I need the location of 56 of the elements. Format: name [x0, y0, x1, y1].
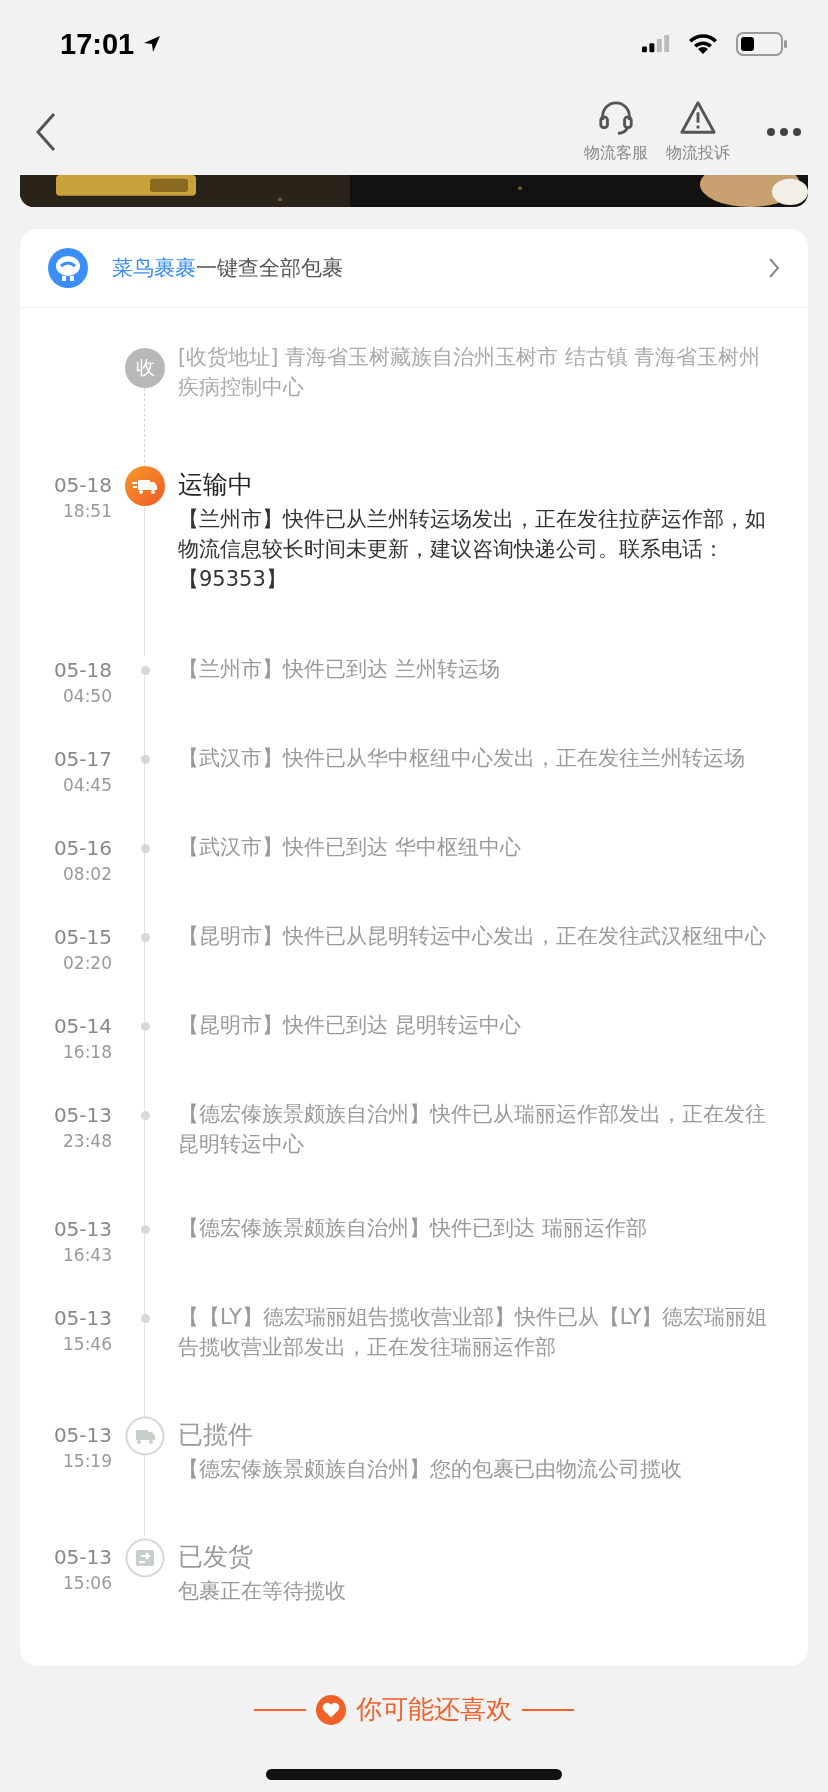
event-date: 05-16 — [53, 835, 112, 861]
headset-icon — [597, 99, 635, 137]
truck-status-icon — [125, 466, 165, 506]
event-description: 【武汉市】快件已到达 华中枢纽中心 — [178, 834, 522, 861]
recommend-title: 你可能还喜欢 — [356, 1693, 512, 1726]
event-time: 18:51 — [63, 500, 112, 523]
event-time: 04:50 — [63, 685, 112, 708]
event-description: 包裹正在等待揽收 — [178, 1578, 347, 1605]
event-date: 05-13 — [53, 1102, 112, 1128]
event-status: 运输中 — [178, 469, 254, 501]
event-description: 【兰州市】快件已从兰州转运场发出，正在发往拉萨运作部，如物流信息较长时间未更新，建议咨询快递公司。联系电话：【95353】 — [178, 506, 767, 593]
more-icon[interactable] — [766, 126, 802, 137]
wifi-icon — [688, 33, 718, 55]
event-time: 16:18 — [63, 1041, 112, 1064]
receive-badge: 收 — [125, 348, 165, 388]
event-description: 【兰州市】快件已到达 兰州转运场 — [178, 656, 501, 683]
battery-icon — [736, 32, 788, 56]
event-date: 05-17 — [53, 746, 112, 772]
event-date: 05-18 — [53, 472, 112, 498]
bird-logo-icon — [48, 248, 88, 288]
complaint-button[interactable]: 物流投诉 — [666, 99, 730, 164]
shipment-status-icon — [125, 1538, 165, 1578]
event-description: 【德宏傣族景颇族自治州】您的包裹已由物流公司揽收 — [178, 1456, 683, 1483]
event-description: 【德宏傣族景颇族自治州】快件已到达 瑞丽运作部 — [178, 1215, 648, 1242]
back-icon[interactable] — [36, 111, 56, 152]
event-date: 05-13 — [53, 1216, 112, 1242]
event-description: 【昆明市】快件已到达 昆明转运中心 — [178, 1012, 522, 1039]
event-date: 05-13 — [53, 1544, 112, 1570]
event-time: 23:48 — [63, 1130, 112, 1153]
event-time: 02:20 — [63, 952, 112, 975]
status-time: 17:01 — [60, 27, 135, 61]
location-arrow-icon — [142, 34, 163, 54]
all-parcels-row[interactable]: 菜鸟裹裹一键查全部包裹 — [20, 229, 808, 308]
signal-icon — [642, 34, 670, 54]
event-description: 【德宏傣族景颇族自治州】快件已从瑞丽运作部发出，正在发往昆明转运中心 — [178, 1101, 767, 1158]
event-description: 【【LY】德宏瑞丽姐告揽收营业部】快件已从【LY】德宏瑞丽姐告揽收营业部发出，正在发往瑞丽运作部 — [178, 1304, 768, 1361]
event-time: 15:19 — [63, 1450, 112, 1473]
event-date: 05-13 — [53, 1305, 112, 1331]
event-description: 【昆明市】快件已从昆明转运中心发出，正在发往武汉枢纽中心 — [178, 923, 767, 950]
chevron-right-icon — [768, 257, 780, 279]
event-time: 15:06 — [63, 1572, 112, 1595]
event-date: 05-18 — [53, 657, 112, 683]
event-date: 05-13 — [53, 1422, 112, 1448]
event-time: 16:43 — [63, 1244, 112, 1267]
event-status: 已揽件 — [178, 1419, 254, 1451]
event-time: 15:46 — [63, 1333, 112, 1356]
event-date: 05-15 — [53, 924, 112, 950]
all-parcels-text: 菜鸟裹裹一键查全部包裹 — [112, 255, 343, 282]
event-time: 04:45 — [63, 774, 112, 797]
customer-service-button[interactable]: 物流客服 — [584, 99, 648, 164]
event-description: 【武汉市】快件已从华中枢纽中心发出，正在发往兰州转运场 — [178, 745, 746, 772]
event-description: [收货地址] 青海省玉树藏族自治州玉树市 结古镇 青海省玉树州疾病控制中心 — [178, 344, 762, 401]
event-time: 08:02 — [63, 863, 112, 886]
event-date: 05-14 — [53, 1013, 112, 1039]
event-status: 已发货 — [178, 1541, 254, 1573]
warning-icon — [679, 99, 717, 137]
